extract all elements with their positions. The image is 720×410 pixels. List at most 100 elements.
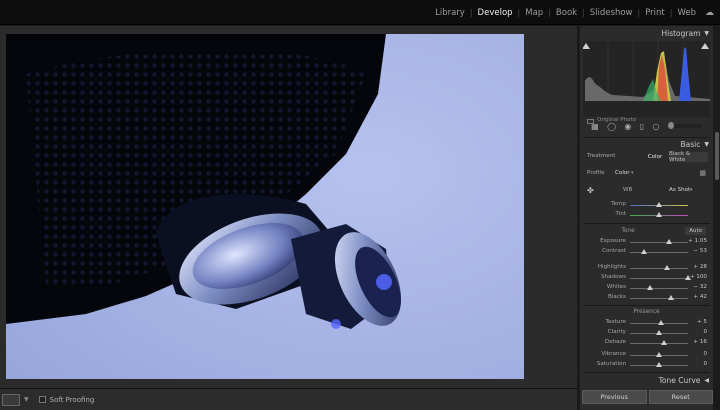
tone-row: Tone Auto — [583, 227, 710, 236]
divider — [583, 305, 710, 306]
contrast-slider-track[interactable] — [630, 252, 688, 253]
highlights-slider-track[interactable] — [630, 268, 688, 269]
previous-button[interactable]: Previous — [582, 390, 647, 404]
highlights-value[interactable]: + 28 — [693, 264, 707, 270]
vibrance-slider-row[interactable]: Vibrance 0 — [583, 351, 710, 360]
expand-triangle-icon: ◀ — [704, 377, 709, 384]
crop-icon[interactable]: ▦ — [591, 122, 599, 131]
blacks-slider-row[interactable]: Blacks + 42 — [583, 294, 710, 303]
auto-tone-button[interactable]: Auto — [685, 227, 706, 235]
temp-slider-row[interactable]: Temp — [583, 201, 710, 210]
reset-button[interactable]: Reset — [648, 390, 713, 404]
develop-footer-buttons: Previous Reset — [582, 390, 713, 404]
blacks-value[interactable]: + 42 — [693, 294, 707, 300]
temp-label: Temp — [611, 201, 626, 207]
saturation-slider-knob[interactable] — [656, 362, 662, 367]
contrast-label: Contrast — [602, 248, 626, 254]
view-mode-icon[interactable] — [2, 393, 20, 406]
histogram-plot — [583, 41, 710, 117]
blacks-slider-track[interactable] — [630, 298, 688, 299]
highlights-slider-row[interactable]: Highlights + 28 — [583, 264, 710, 273]
panel-scrollbar-thumb[interactable] — [715, 132, 719, 180]
tint-slider-knob[interactable] — [656, 212, 662, 217]
saturation-value[interactable]: 0 — [703, 361, 707, 367]
cloud-icon[interactable]: ☁ — [701, 8, 720, 18]
saturation-label: Saturation — [596, 361, 626, 367]
shadows-slider-track[interactable] — [630, 278, 688, 279]
histogram-header[interactable]: Histogram ▼ — [580, 27, 713, 40]
vibrance-value[interactable]: 0 — [703, 351, 707, 357]
dehaze-slider-track[interactable] — [630, 343, 688, 344]
clarity-slider-row[interactable]: Clarity 0 — [583, 329, 710, 338]
whites-slider-row[interactable]: Whites − 32 — [583, 284, 710, 293]
dehaze-slider-knob[interactable] — [660, 340, 667, 345]
module-library[interactable]: Library — [430, 8, 470, 18]
module-print[interactable]: Print — [640, 8, 670, 18]
wb-select[interactable]: As Shot — [669, 187, 690, 193]
shadows-slider-row[interactable]: Shadows + 100 — [583, 274, 710, 283]
graduated-filter-icon[interactable]: ▯ — [640, 122, 644, 131]
divider — [583, 223, 710, 224]
module-bar: Library | Develop | Map | Book | Slidesh… — [0, 0, 720, 25]
profile-select[interactable]: Color — [615, 170, 630, 176]
radial-filter-icon[interactable]: ○ — [652, 122, 659, 131]
vibrance-slider-knob[interactable] — [656, 352, 662, 357]
chevron-down-icon[interactable]: ▾ — [631, 170, 634, 176]
panel-scrollbar[interactable] — [714, 26, 720, 388]
clarity-value[interactable]: 0 — [703, 329, 707, 335]
shadows-label: Shadows — [601, 274, 626, 280]
photo-preview[interactable] — [6, 34, 524, 379]
exposure-value[interactable]: + 1.05 — [688, 238, 707, 244]
right-panel: Histogram ▼ Original Photo ▦ ◯ ◉ ▯ ○ Bas… — [580, 26, 713, 410]
clarity-slider-knob[interactable] — [656, 330, 662, 335]
blacks-slider-knob[interactable] — [668, 295, 675, 300]
whites-label: Whites — [606, 284, 626, 290]
red-eye-icon[interactable]: ◉ — [624, 122, 631, 131]
dehaze-slider-row[interactable]: Dehaze + 16 — [583, 339, 710, 348]
chevron-down-icon[interactable]: ▼ — [24, 396, 29, 403]
tint-label: Tint — [615, 211, 626, 217]
texture-value[interactable]: + 5 — [697, 319, 707, 325]
basic-header[interactable]: Basic ▼ — [580, 138, 713, 151]
module-book[interactable]: Book — [551, 8, 582, 18]
treatment-color-button[interactable]: Color — [645, 152, 665, 162]
eyedropper-icon[interactable]: ✤ — [587, 186, 594, 195]
module-slideshow[interactable]: Slideshow — [585, 8, 638, 18]
whites-value[interactable]: − 32 — [693, 284, 707, 290]
wb-label: WB — [623, 187, 633, 193]
chevron-down-icon[interactable]: ▾ — [690, 187, 693, 193]
whites-slider-knob[interactable] — [646, 285, 653, 290]
module-develop[interactable]: Develop — [473, 8, 518, 18]
bottom-toolbar: ▼ Soft Proofing — [0, 388, 577, 410]
presence-label: Presence — [633, 309, 660, 315]
profile-browser-icon[interactable]: ▦ — [699, 169, 706, 177]
contrast-slider-knob[interactable] — [640, 249, 647, 254]
highlights-slider-knob[interactable] — [664, 265, 671, 270]
contrast-value[interactable]: − 53 — [693, 248, 707, 254]
dehaze-value[interactable]: + 16 — [693, 339, 707, 345]
exposure-label: Exposure — [600, 238, 626, 244]
tone-label: Tone — [621, 228, 635, 234]
treatment-label: Treatment — [587, 153, 616, 159]
texture-slider-knob[interactable] — [657, 320, 664, 325]
collapse-triangle-icon: ▼ — [704, 30, 709, 37]
module-web[interactable]: Web — [672, 8, 701, 18]
spot-removal-icon[interactable]: ◯ — [607, 122, 616, 131]
contrast-slider-row[interactable]: Contrast − 53 — [583, 248, 710, 257]
module-map[interactable]: Map — [520, 8, 548, 18]
adjustment-brush-slider[interactable] — [667, 122, 702, 129]
exposure-slider-row[interactable]: Exposure + 1.05 — [583, 238, 710, 247]
saturation-slider-row[interactable]: Saturation 0 — [583, 361, 710, 370]
treatment-bw-button[interactable]: Black & White — [669, 151, 708, 163]
shadows-value[interactable]: + 100 — [690, 274, 707, 280]
soft-proofing-checkbox[interactable] — [38, 396, 46, 403]
tint-slider-row[interactable]: Tint — [583, 211, 710, 220]
exposure-slider-track[interactable] — [630, 242, 688, 243]
tone-curve-header[interactable]: Tone Curve ◀ — [580, 374, 713, 387]
texture-slider-row[interactable]: Texture + 5 — [583, 319, 710, 328]
exposure-slider-knob[interactable] — [666, 239, 673, 244]
temp-slider-knob[interactable] — [656, 202, 662, 207]
highlights-label: Highlights — [597, 264, 626, 270]
histogram-title: Histogram — [661, 29, 701, 38]
whites-slider-track[interactable] — [630, 288, 688, 289]
